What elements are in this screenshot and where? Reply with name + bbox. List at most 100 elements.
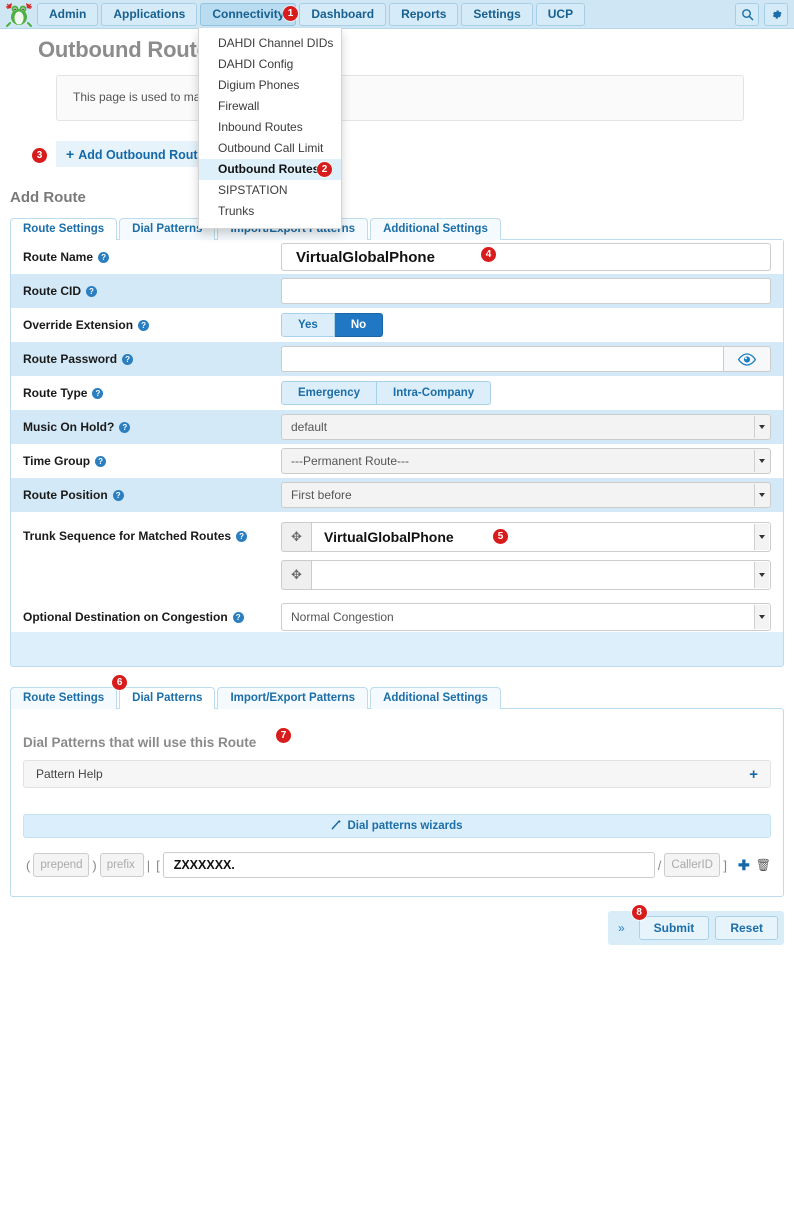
chevron-down-icon[interactable] xyxy=(754,450,769,472)
help-icon[interactable]: ? xyxy=(112,489,124,501)
drag-handle-icon[interactable]: ✥ xyxy=(281,522,311,552)
gear-icon[interactable] xyxy=(764,2,788,26)
music-on-hold-select[interactable]: default xyxy=(281,414,771,440)
tab-additional-settings[interactable]: Additional Settings xyxy=(370,218,501,240)
tab2-dial-patterns[interactable]: Dial Patterns 6 xyxy=(112,675,216,709)
form-row-trunk-sequence: Trunk Sequence for Matched Routes ? ✥ Vi… xyxy=(11,512,783,602)
form-row-override-extension: Override Extension ? Yes No xyxy=(11,308,783,342)
route-position-control: First before xyxy=(281,482,771,508)
plus-icon: + xyxy=(66,146,75,162)
optional-destination-select[interactable]: Normal Congestion xyxy=(281,603,771,631)
submit-button[interactable]: Submit 8 xyxy=(631,905,710,940)
help-icon[interactable]: ? xyxy=(138,319,150,331)
route-password-input[interactable] xyxy=(281,346,725,372)
select-value: default xyxy=(291,420,328,434)
override-extension-no[interactable]: No xyxy=(334,313,384,337)
nav-item-ucp[interactable]: UCP xyxy=(535,2,586,26)
tab2-route-settings[interactable]: Route Settings xyxy=(10,687,118,709)
help-icon[interactable]: ? xyxy=(119,421,131,433)
route-position-select[interactable]: First before xyxy=(281,482,771,508)
dial-patterns-wizards-button[interactable]: Dial patterns wizards xyxy=(23,814,771,838)
menu-item-dahdi-config[interactable]: DAHDI Config xyxy=(199,54,341,75)
form-row-optional-destination: Optional Destination on Congestion ? Nor… xyxy=(11,602,783,632)
nav-label: UCP xyxy=(547,6,574,21)
chevron-down-icon[interactable] xyxy=(754,562,769,588)
help-icon[interactable]: ? xyxy=(86,285,97,297)
menu-item-outbound-routes[interactable]: Outbound Routes 2 xyxy=(199,159,341,180)
password-input-group xyxy=(281,346,771,372)
nav-item-reports[interactable]: Reports xyxy=(389,2,459,26)
help-icon[interactable]: ? xyxy=(92,387,104,399)
eye-icon[interactable] xyxy=(724,346,771,372)
override-extension-label: Override Extension ? xyxy=(23,318,281,332)
nav-item-connectivity[interactable]: Connectivity xyxy=(200,2,297,26)
collapse-chevron-icon[interactable]: » xyxy=(614,921,633,935)
music-on-hold-label: Music On Hold? ? xyxy=(23,420,281,434)
menu-item-inbound-routes[interactable]: Inbound Routes xyxy=(199,117,341,138)
select-value: First before xyxy=(291,488,352,502)
nav-item-dashboard[interactable]: Dashboard xyxy=(299,2,387,26)
time-group-select[interactable]: ---Permanent Route--- xyxy=(281,448,771,474)
reset-button[interactable]: Reset xyxy=(715,916,778,940)
tab2-import-export-patterns[interactable]: Import/Export Patterns xyxy=(217,687,369,709)
form-row-route-name: Route Name ? 4 xyxy=(11,240,783,274)
tab-route-settings[interactable]: Route Settings xyxy=(10,218,118,240)
add-outbound-route-button[interactable]: + Add Outbound Route xyxy=(66,146,205,162)
top-navbar: Admin Applications Connectivity Dashboar… xyxy=(0,0,794,29)
menu-item-sipstation[interactable]: SIPSTATION xyxy=(199,180,341,201)
route-name-input[interactable] xyxy=(281,243,771,271)
step-badge-7: 7 xyxy=(276,728,291,743)
plus-icon[interactable]: ✚ xyxy=(738,857,750,874)
pipe-separator: | xyxy=(146,857,151,873)
footer-wrap: » Submit 8 Reset xyxy=(10,897,784,945)
help-icon[interactable]: ? xyxy=(122,353,134,365)
trunk-select-2[interactable] xyxy=(311,560,771,590)
route-cid-input[interactable] xyxy=(281,278,771,304)
expand-plus-icon[interactable]: + xyxy=(749,766,758,783)
step-badge-5: 5 xyxy=(493,529,508,544)
trunk-select-1[interactable]: VirtualGlobalPhone xyxy=(311,522,771,552)
override-extension-yes[interactable]: Yes xyxy=(281,313,335,337)
callerid-input[interactable] xyxy=(664,853,721,877)
chevron-down-icon[interactable] xyxy=(754,416,769,438)
menu-item-digium-phones[interactable]: Digium Phones xyxy=(199,75,341,96)
nav-item-applications[interactable]: Applications xyxy=(101,2,198,26)
drag-handle-icon[interactable]: ✥ xyxy=(281,560,311,590)
pattern-help-row[interactable]: Pattern Help + xyxy=(23,760,771,788)
menu-item-outbound-call-limit[interactable]: Outbound Call Limit xyxy=(199,138,341,159)
menu-item-dahdi-channel-dids[interactable]: DAHDI Channel DIDs xyxy=(199,33,341,54)
chevron-down-icon[interactable] xyxy=(754,524,769,550)
menu-label: Firewall xyxy=(218,99,260,113)
route-type-emergency[interactable]: Emergency xyxy=(281,381,378,405)
nav-item-settings[interactable]: Settings xyxy=(461,2,533,26)
optional-destination-control: Normal Congestion xyxy=(281,603,771,631)
match-pattern-input[interactable] xyxy=(162,852,655,878)
menu-item-firewall[interactable]: Firewall xyxy=(199,96,341,117)
tab-label: Import/Export Patterns xyxy=(230,692,356,704)
freepbx-logo-icon[interactable] xyxy=(4,1,34,27)
nav-item-admin[interactable]: Admin xyxy=(37,2,99,26)
time-group-label: Time Group ? xyxy=(23,454,281,468)
help-icon[interactable]: ? xyxy=(236,530,248,542)
submit-label: Submit xyxy=(653,921,695,935)
trash-icon[interactable]: 🗑 xyxy=(756,858,771,872)
tab2-additional-settings[interactable]: Additional Settings xyxy=(370,687,501,709)
nav-label: Reports xyxy=(401,6,447,21)
trunk-sequence-row: ✥ xyxy=(281,560,771,590)
help-icon[interactable]: ? xyxy=(95,455,107,467)
label-text: Trunk Sequence for Matched Routes xyxy=(23,529,232,543)
help-icon[interactable]: ? xyxy=(232,611,244,623)
menu-item-trunks[interactable]: Trunks xyxy=(199,201,341,222)
chevron-down-icon[interactable] xyxy=(754,484,769,506)
add-outbound-route-bar[interactable]: + Add Outbound Route 3 xyxy=(32,141,217,167)
search-icon[interactable] xyxy=(735,2,759,26)
route-password-control xyxy=(281,346,771,372)
help-icon[interactable]: ? xyxy=(98,251,110,263)
time-group-control: ---Permanent Route--- xyxy=(281,448,771,474)
prefix-input[interactable] xyxy=(99,853,144,877)
route-type-intra-company[interactable]: Intra-Company xyxy=(377,381,492,405)
form-row-route-cid: Route CID ? xyxy=(11,274,783,308)
prepend-input[interactable] xyxy=(33,853,90,877)
chevron-down-icon[interactable] xyxy=(754,605,769,629)
route-name-label: Route Name ? xyxy=(23,250,281,264)
